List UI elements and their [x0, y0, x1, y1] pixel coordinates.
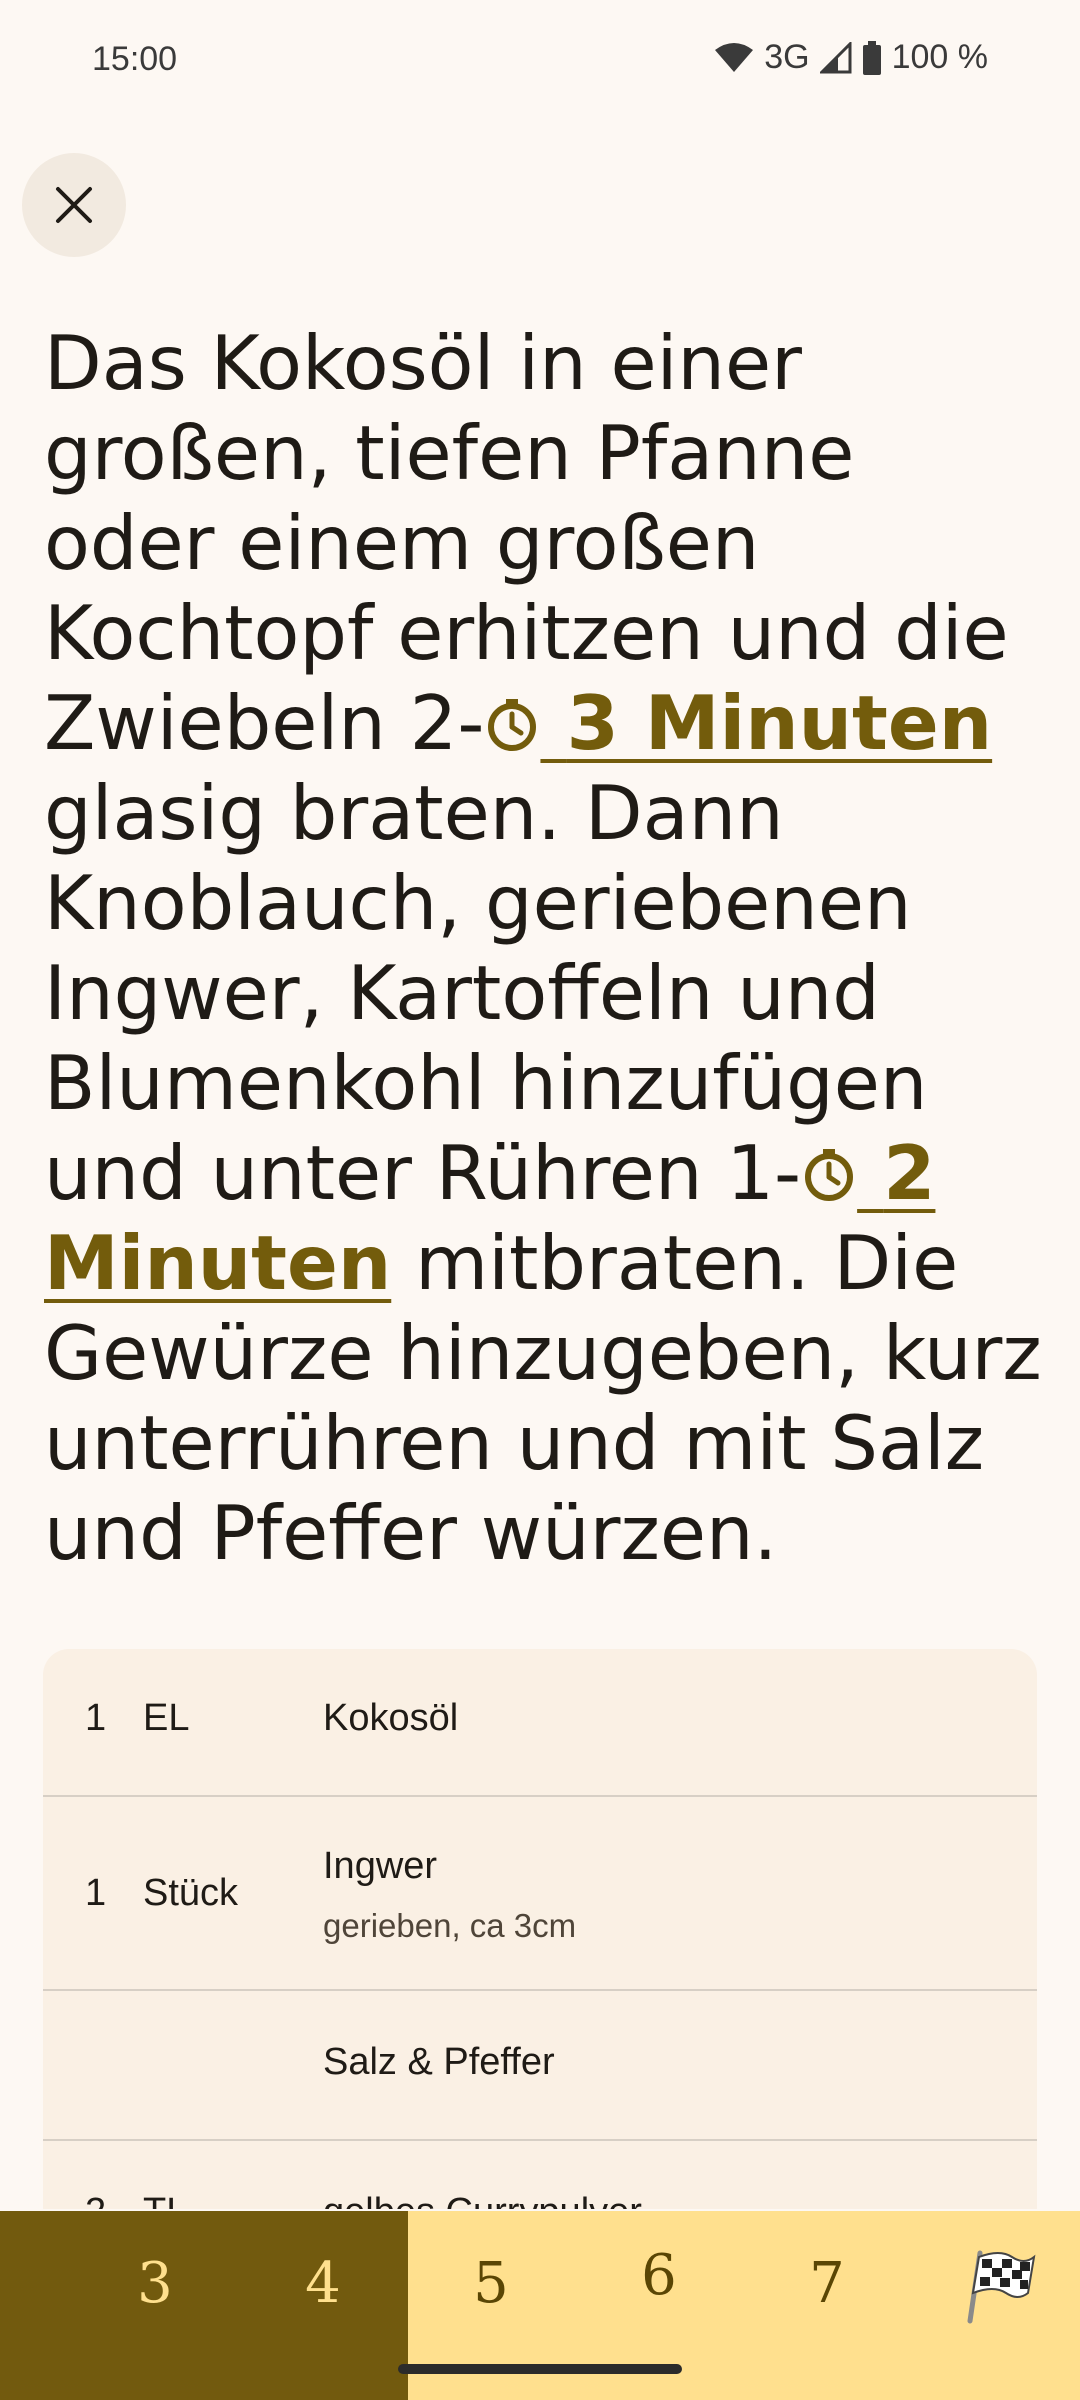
- network-label: 3G: [764, 38, 810, 76]
- step-4-button[interactable]: 4: [283, 2251, 363, 2316]
- ingredient-name: Kokosöl: [323, 1697, 459, 1739]
- checkered-flag-icon[interactable]: [962, 2249, 1038, 2325]
- ingredient-amount: 1: [85, 1872, 107, 1914]
- step-instruction: Das Kokosöl in einer großen, tiefen Pfan…: [44, 318, 1044, 1578]
- step-3-button[interactable]: 3: [115, 2251, 195, 2316]
- ingredient-unit: EL: [143, 1697, 190, 1739]
- ingredient-row: Salz & Pfeffer: [43, 1991, 1037, 2141]
- timer-icon: [805, 1149, 854, 1201]
- ingredient-unit: TL: [143, 2191, 187, 2209]
- timer-link-1[interactable]: 3 Minuten: [484, 679, 992, 767]
- status-bar: 15:00 3G 100 %: [0, 0, 1080, 120]
- home-indicator[interactable]: [398, 2364, 682, 2374]
- step-6-button[interactable]: 6: [619, 2243, 699, 2308]
- ingredient-name: Salz & Pfeffer: [323, 2041, 555, 2083]
- wifi-icon: [715, 42, 754, 72]
- timer-label-1: 3 Minuten: [566, 679, 993, 767]
- status-icons: 3G 100 %: [714, 38, 988, 77]
- battery-icon: [862, 40, 881, 75]
- ingredient-unit: Stück: [143, 1872, 239, 1914]
- ingredient-note: gerieben, ca 3cm: [323, 1907, 577, 1944]
- step-7-button[interactable]: 7: [787, 2251, 867, 2316]
- close-icon: [56, 187, 92, 223]
- step-5-button[interactable]: 5: [451, 2251, 531, 2316]
- ingredient-list: 1 EL Kokosöl 1 Stück Ingwer gerieben, ca…: [43, 1649, 1037, 2209]
- ingredient-row: 2 TL gelbes Currypulver: [43, 2141, 1037, 2209]
- close-button[interactable]: [22, 153, 126, 257]
- ingredient-row: 1 Stück Ingwer gerieben, ca 3cm: [43, 1797, 1037, 1991]
- step-text-part-2: glasig braten. Dann Knoblauch, geriebene…: [44, 769, 928, 1217]
- ingredient-name: gelbes Currypulver: [323, 2191, 642, 2209]
- timer-icon: [488, 699, 537, 751]
- battery-label: 100 %: [891, 38, 988, 76]
- signal-icon: [819, 41, 852, 73]
- status-time: 15:00: [92, 40, 178, 78]
- ingredient-amount: 2: [85, 2191, 106, 2209]
- ingredient-amount: 1: [85, 1697, 107, 1739]
- ingredient-name: Ingwer: [323, 1845, 438, 1887]
- ingredient-row: 1 EL Kokosöl: [43, 1649, 1037, 1797]
